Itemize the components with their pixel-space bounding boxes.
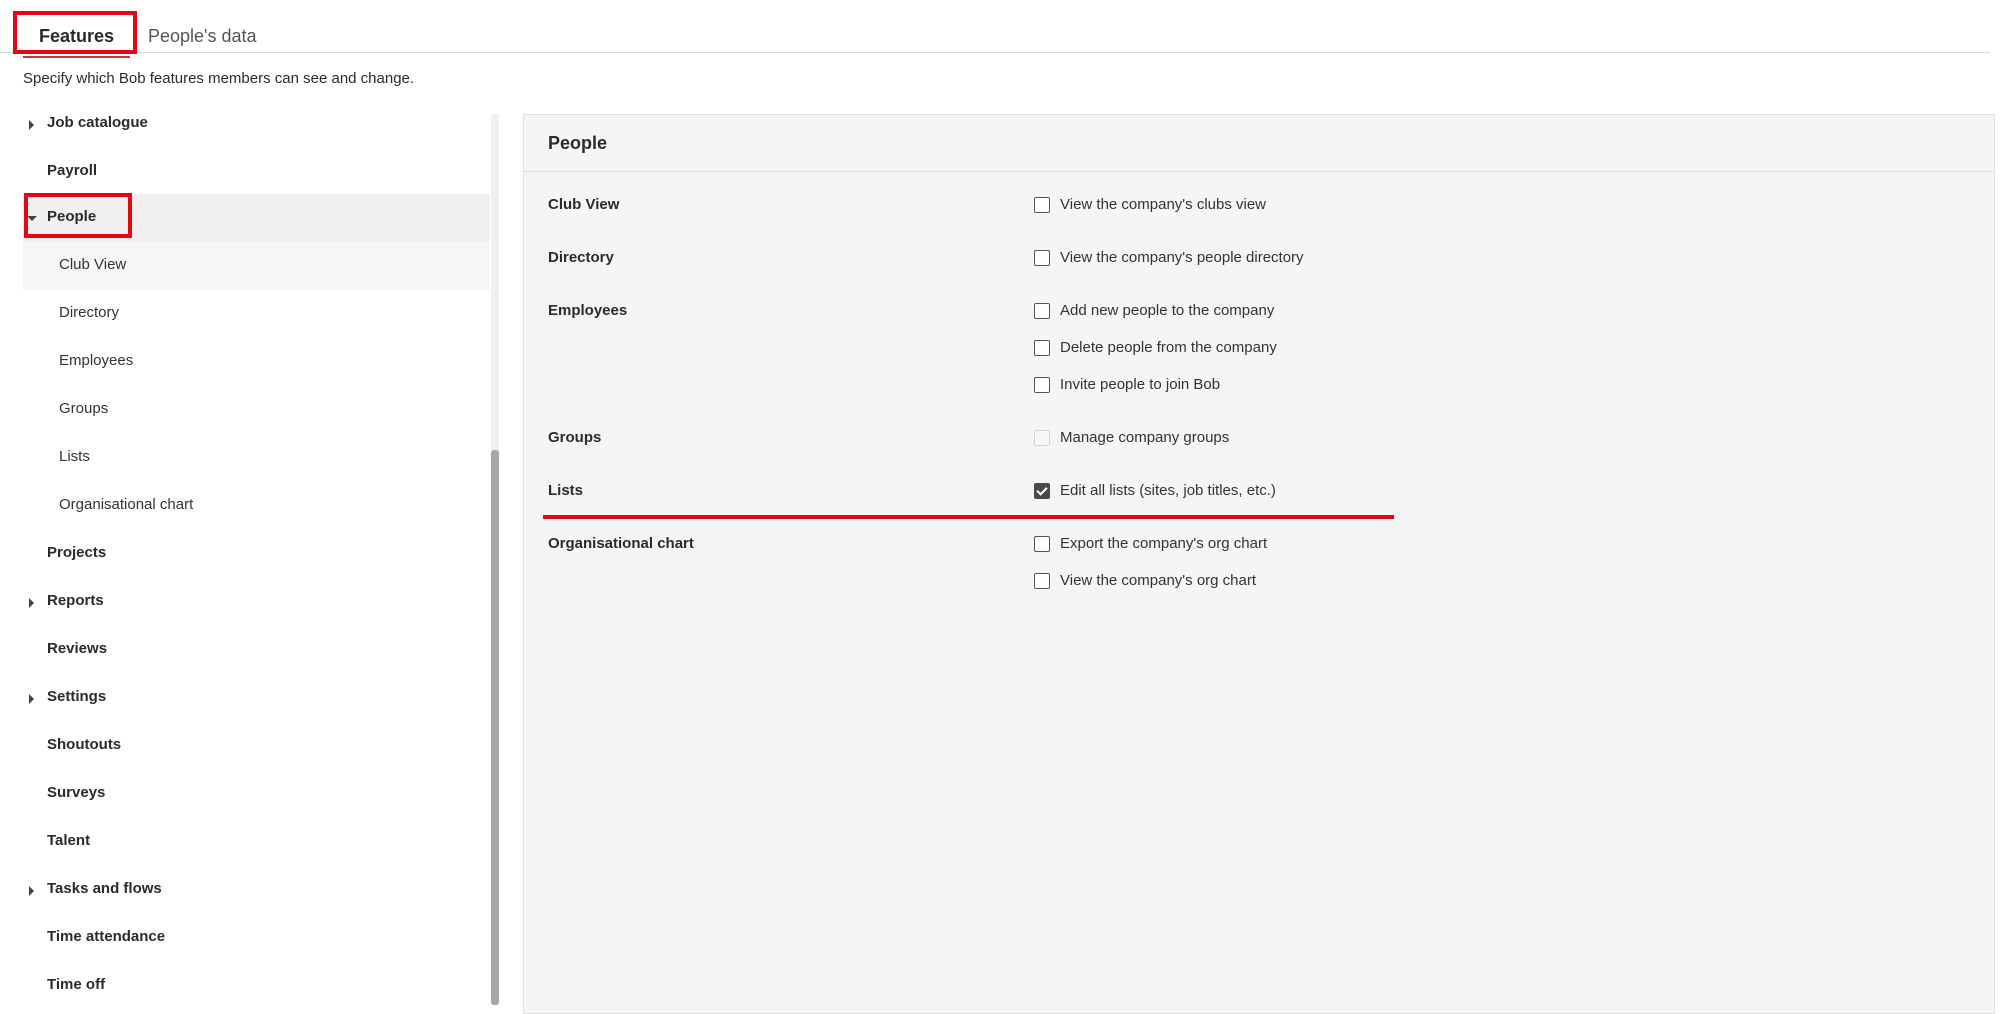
highlight-box-people-item (24, 193, 132, 238)
section-label-club-view: Club View (548, 196, 620, 213)
chevron-right-icon (29, 694, 34, 704)
sidebar-item-organisational-chart[interactable]: Organisational chart (23, 482, 490, 530)
section-label-organisational-chart: Organisational chart (548, 535, 694, 552)
sidebar-item-reports[interactable]: Reports (23, 578, 490, 626)
sidebar-item-label: Time attendance (47, 928, 166, 945)
sidebar-item-label: Groups (59, 400, 109, 417)
permission-label: Add new people to the company (1060, 302, 1275, 319)
sidebar-item-settings[interactable]: Settings (23, 674, 490, 722)
sidebar-item-shoutouts[interactable]: Shoutouts (23, 722, 490, 770)
sidebar-item-reviews[interactable]: Reviews (23, 626, 490, 674)
sidebar-item-club-view[interactable]: Club View (23, 242, 490, 290)
permission-label: View the company's org chart (1060, 572, 1257, 589)
panel-header: People (524, 115, 1994, 172)
permission-label: Export the company's org chart (1060, 535, 1268, 552)
sidebar-item-surveys[interactable]: Surveys (23, 770, 490, 818)
panel-title: People (548, 133, 608, 153)
permission-label: View the company's clubs view (1060, 196, 1267, 213)
permission-label: Invite people to join Bob (1060, 376, 1221, 393)
checkbox[interactable] (1034, 197, 1050, 213)
checkbox[interactable] (1034, 536, 1050, 552)
sidebar-item-label: Reports (47, 592, 104, 609)
sidebar-item-label: Lists (59, 448, 90, 465)
sidebar-item-groups[interactable]: Groups (23, 386, 490, 434)
sidebar-item-talent[interactable]: Talent (23, 818, 490, 866)
sidebar-item-label: Reviews (47, 640, 108, 657)
checkbox-disabled (1034, 430, 1050, 446)
highlight-box-features-tab (13, 11, 137, 54)
chevron-right-icon (29, 886, 34, 896)
sidebar-item-payroll[interactable]: Payroll (23, 148, 490, 196)
section-label-lists: Lists (548, 482, 584, 499)
page-description: Specify which Bob features members can s… (23, 70, 415, 87)
sidebar-item-job-catalogue[interactable]: Job catalogue (23, 100, 490, 148)
sidebar-item-lists[interactable]: Lists (23, 434, 490, 482)
chevron-right-icon (29, 120, 34, 130)
sidebar-item-label: Employees (59, 352, 134, 369)
checkbox-checked[interactable] (1034, 483, 1050, 499)
sidebar-item-label: Payroll (47, 162, 98, 179)
section-label-employees: Employees (548, 302, 628, 319)
sidebar-item-time-attendance[interactable]: Time attendance (23, 914, 490, 962)
sidebar-scrollbar-thumb[interactable] (491, 450, 499, 1005)
sidebar-item-time-off[interactable]: Time off (23, 962, 490, 1010)
tab-peoples-data[interactable]: People's data (148, 26, 257, 47)
checkbox[interactable] (1034, 573, 1050, 589)
chevron-right-icon (29, 598, 34, 608)
permission-label: Manage company groups (1060, 429, 1230, 446)
sidebar-item-directory[interactable]: Directory (23, 290, 490, 338)
checkbox[interactable] (1034, 377, 1050, 393)
checkbox[interactable] (1034, 340, 1050, 356)
sidebar-item-label: Club View (59, 256, 127, 273)
sidebar-item-label: Time off (47, 976, 106, 993)
permission-label: Edit all lists (sites, job titles, etc.) (1060, 482, 1276, 499)
sidebar-item-label: Projects (47, 544, 107, 561)
section-label-directory: Directory (548, 249, 614, 266)
sidebar-item-label: Job catalogue (47, 114, 148, 131)
sidebar-item-label: Settings (47, 688, 107, 705)
sidebar-item-label: Surveys (47, 784, 106, 801)
sidebar-item-label: Tasks and flows (47, 880, 162, 897)
sidebar-item-tasks-and-flows[interactable]: Tasks and flows (23, 866, 490, 914)
tab-bar: Features People's data (0, 0, 1990, 58)
sidebar-item-label: Talent (47, 832, 91, 849)
sidebar-item-label: Directory (59, 304, 120, 321)
sidebar-item-employees[interactable]: Employees (23, 338, 490, 386)
highlight-underline-lists (543, 515, 1394, 519)
checkbox[interactable] (1034, 303, 1050, 319)
permission-label: View the company's people directory (1060, 249, 1304, 266)
permission-label: Delete people from the company (1060, 339, 1277, 356)
section-label-groups: Groups (548, 429, 602, 446)
permissions-panel: People Club View View the company's club… (523, 114, 1995, 1014)
sidebar-item-projects[interactable]: Projects (23, 530, 490, 578)
sidebar-item-label: Organisational chart (59, 496, 194, 513)
sidebar-item-label: Shoutouts (47, 736, 122, 753)
checkbox[interactable] (1034, 250, 1050, 266)
